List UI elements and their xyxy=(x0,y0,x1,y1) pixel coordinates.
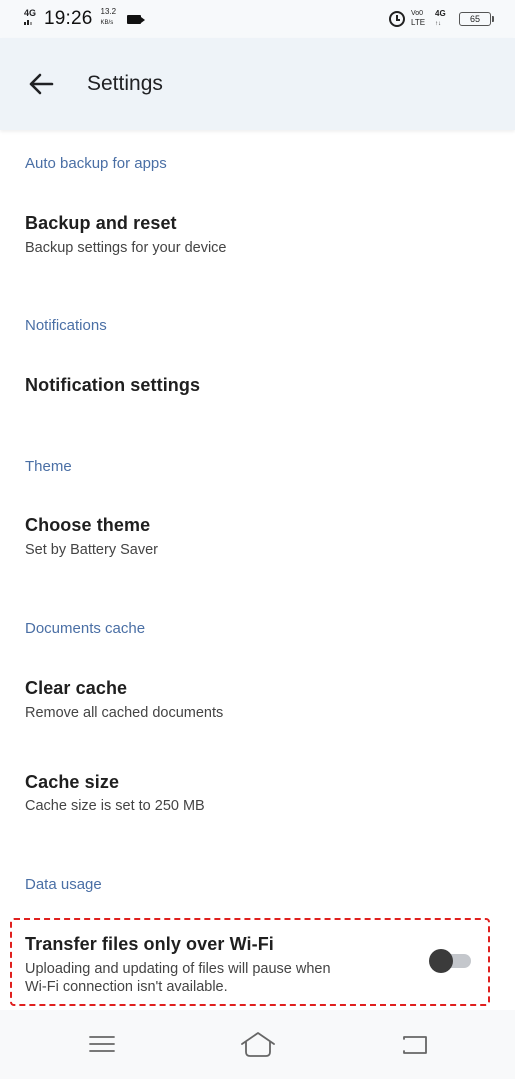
section-header-auto-backup: Auto backup for apps xyxy=(25,155,167,172)
page-title: Settings xyxy=(87,72,163,95)
toggle-thumb xyxy=(429,949,453,973)
battery-icon: 65 xyxy=(459,12,494,26)
data-bottom-label: ↑↓ xyxy=(435,21,441,27)
item-title: Backup and reset xyxy=(25,213,177,233)
backup-and-reset-item[interactable]: Backup and reset Backup settings for you… xyxy=(0,196,515,276)
status-time: 19:26 xyxy=(44,8,93,29)
back-icon xyxy=(403,1036,427,1054)
notification-settings-item[interactable]: Notification settings xyxy=(0,356,515,416)
battery-level: 65 xyxy=(469,14,480,24)
speed-unit: KB/s xyxy=(100,20,114,26)
section-header-data-usage: Data usage xyxy=(25,876,102,893)
volte-icon: Vo0 LTE xyxy=(411,9,429,29)
data-top-label: 4G xyxy=(435,9,446,18)
item-subtitle: Set by Battery Saver xyxy=(25,542,158,558)
menu-icon xyxy=(89,1036,115,1052)
back-button[interactable] xyxy=(22,65,60,103)
section-header-theme: Theme xyxy=(25,458,72,475)
volte-top-label: Vo0 xyxy=(411,10,424,17)
item-subtitle: Cache size is set to 250 MB xyxy=(25,798,205,814)
cache-size-item[interactable]: Cache size Cache size is set to 250 MB xyxy=(0,754,515,834)
arrow-back-icon xyxy=(29,73,54,95)
mobile-data-icon: 4G ↑↓ xyxy=(435,9,449,29)
section-header-notifications: Notifications xyxy=(25,317,107,334)
signal-icon: 4G xyxy=(24,9,38,29)
recent-apps-button[interactable] xyxy=(80,1026,124,1062)
item-title: Clear cache xyxy=(25,678,128,698)
status-bar: 4G 19:26 13.2 KB/s Vo0 LTE 4G ↑↓ 65 xyxy=(0,0,515,38)
item-subtitle-line-2: Wi-Fi connection isn't available. xyxy=(25,979,228,995)
video-record-icon xyxy=(126,14,145,24)
item-title: Cache size xyxy=(25,772,120,792)
item-subtitle: Backup settings for your device xyxy=(25,240,227,256)
section-header-documents-cache: Documents cache xyxy=(25,620,146,637)
item-title: Choose theme xyxy=(25,515,151,535)
home-icon xyxy=(241,1032,275,1057)
network-speed: 13.2 KB/s xyxy=(101,8,121,30)
item-title: Transfer files only over Wi-Fi xyxy=(25,934,274,954)
network-type-label: 4G xyxy=(24,8,37,18)
item-title: Notification settings xyxy=(25,375,201,395)
home-button[interactable] xyxy=(236,1026,280,1062)
system-back-button[interactable] xyxy=(392,1026,436,1062)
app-bar: Settings xyxy=(0,38,515,130)
volte-bottom-label: LTE xyxy=(411,18,426,27)
item-subtitle-line-1: Uploading and updating of files will pau… xyxy=(25,961,331,977)
wifi-only-toggle[interactable] xyxy=(427,948,475,973)
alarm-icon xyxy=(389,11,405,27)
choose-theme-item[interactable]: Choose theme Set by Battery Saver xyxy=(0,497,515,577)
clear-cache-item[interactable]: Clear cache Remove all cached documents xyxy=(0,660,515,740)
item-subtitle: Remove all cached documents xyxy=(25,705,224,721)
speed-value: 13.2 xyxy=(100,7,117,16)
navigation-bar xyxy=(0,1010,515,1079)
